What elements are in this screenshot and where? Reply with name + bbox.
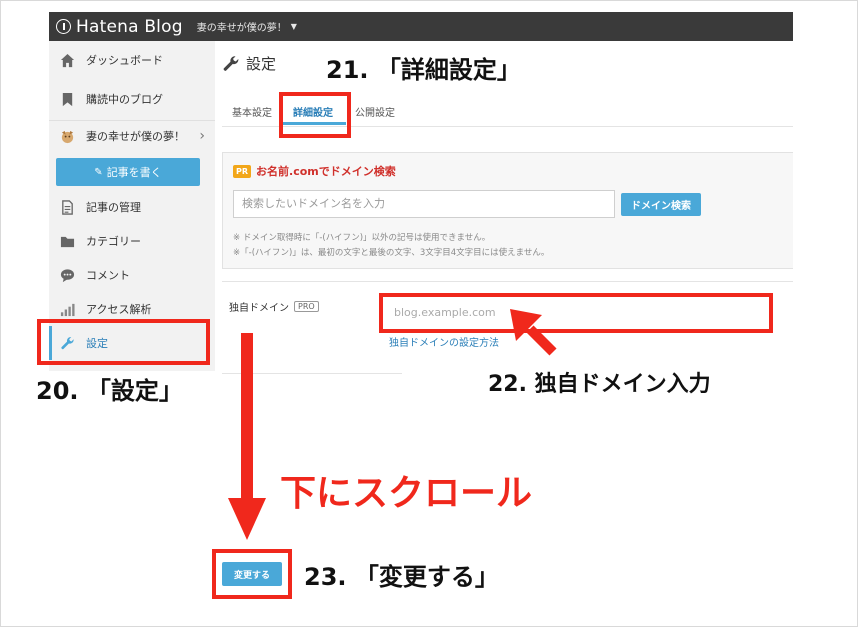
wrench-icon <box>223 55 239 71</box>
highlight-save-button <box>212 549 292 599</box>
tab-publish-settings[interactable]: 公開設定 <box>355 104 395 119</box>
highlight-settings-item <box>37 319 210 365</box>
sidebar-item-blog[interactable]: 妻の幸せが僕の夢！ › <box>49 119 215 153</box>
sidebar-item-label: ダッシュボード <box>86 54 163 67</box>
sidebar-item-label: アクセス解析 <box>86 303 152 316</box>
write-article-label: 記事を書く <box>106 166 162 179</box>
chevron-right-icon: › <box>199 128 205 144</box>
annotation-step-20: 20. 「設定」 <box>36 377 183 405</box>
sidebar-item-subscriptions[interactable]: 購読中のブログ <box>49 82 215 116</box>
blog-switcher-label: 妻の幸せが僕の夢！ <box>196 23 287 34</box>
domain-search-pr-box: PR お名前.comでドメイン検索 検索したいドメイン名を入力 ドメイン検索 ※… <box>222 152 793 269</box>
sidebar-item-label: 記事の管理 <box>86 201 141 214</box>
custom-domain-label: 独自ドメイン PRO <box>229 299 319 314</box>
section-divider <box>222 373 402 374</box>
edit-icon: ✎ <box>94 166 103 178</box>
comment-icon <box>59 267 75 283</box>
annotation-step-21: 21. 「詳細設定」 <box>326 56 521 84</box>
sidebar-item-categories[interactable]: カテゴリー <box>49 224 215 258</box>
section-divider <box>222 281 793 282</box>
highlight-domain-input <box>379 293 773 333</box>
annotation-step-23: 23. 「変更する」 <box>304 563 499 591</box>
folder-icon <box>59 233 75 249</box>
sidebar-item-dashboard[interactable]: ダッシュボード <box>49 43 215 77</box>
top-bar: Hatena Blog 妻の幸せが僕の夢！ ▼ <box>49 12 793 41</box>
pr-heading: PR お名前.comでドメイン検索 <box>233 163 396 179</box>
home-icon <box>59 52 75 68</box>
custom-domain-help-link[interactable]: 独自ドメインの設定方法 <box>389 334 499 349</box>
page-title: 設定 <box>222 53 276 74</box>
bookmark-icon <box>59 91 75 107</box>
pr-badge: PR <box>233 164 252 178</box>
sidebar-item-label: 購読中のブログ <box>86 93 163 106</box>
domain-search-button[interactable]: ドメイン検索 <box>621 193 701 216</box>
annotation-step-22: 22. 独自ドメイン入力 <box>488 372 711 397</box>
blog-avatar <box>59 128 75 144</box>
write-article-button[interactable]: ✎ 記事を書く <box>56 158 200 186</box>
hatena-logo-icon <box>56 19 71 34</box>
blog-switcher[interactable]: 妻の幸せが僕の夢！ ▼ <box>197 19 297 34</box>
pr-heading-text: お名前.comでドメイン検索 <box>256 165 396 178</box>
pro-badge: PRO <box>294 301 319 312</box>
document-icon <box>59 199 75 215</box>
annotation-scroll-down: 下にスクロール <box>280 473 533 514</box>
page-title-text: 設定 <box>246 55 277 73</box>
sidebar-item-label: カテゴリー <box>86 235 141 248</box>
tab-basic-settings[interactable]: 基本設定 <box>232 104 272 119</box>
sidebar-item-articles[interactable]: 記事の管理 <box>49 190 215 224</box>
custom-domain-label-text: 独自ドメイン <box>229 303 289 314</box>
pr-note-1: ※ ドメイン取得時に「-(ハイフン)」以外の記号は使用できません。 <box>233 233 491 243</box>
brand-logo[interactable]: Hatena Blog <box>56 17 183 37</box>
sidebar-item-label: コメント <box>86 269 130 282</box>
domain-search-input[interactable]: 検索したいドメイン名を入力 <box>233 190 615 218</box>
brand-name: Hatena Blog <box>76 16 183 37</box>
highlight-advanced-tab <box>279 92 351 138</box>
caret-down-icon: ▼ <box>290 22 297 31</box>
sidebar-item-label: 妻の幸せが僕の夢！ <box>86 130 185 143</box>
pr-note-2: ※「-(ハイフン)」は、最初の文字と最後の文字、3文字目4文字目には使えません。 <box>233 248 550 258</box>
bar-chart-icon <box>59 301 75 317</box>
sidebar-item-comments[interactable]: コメント <box>49 258 215 292</box>
